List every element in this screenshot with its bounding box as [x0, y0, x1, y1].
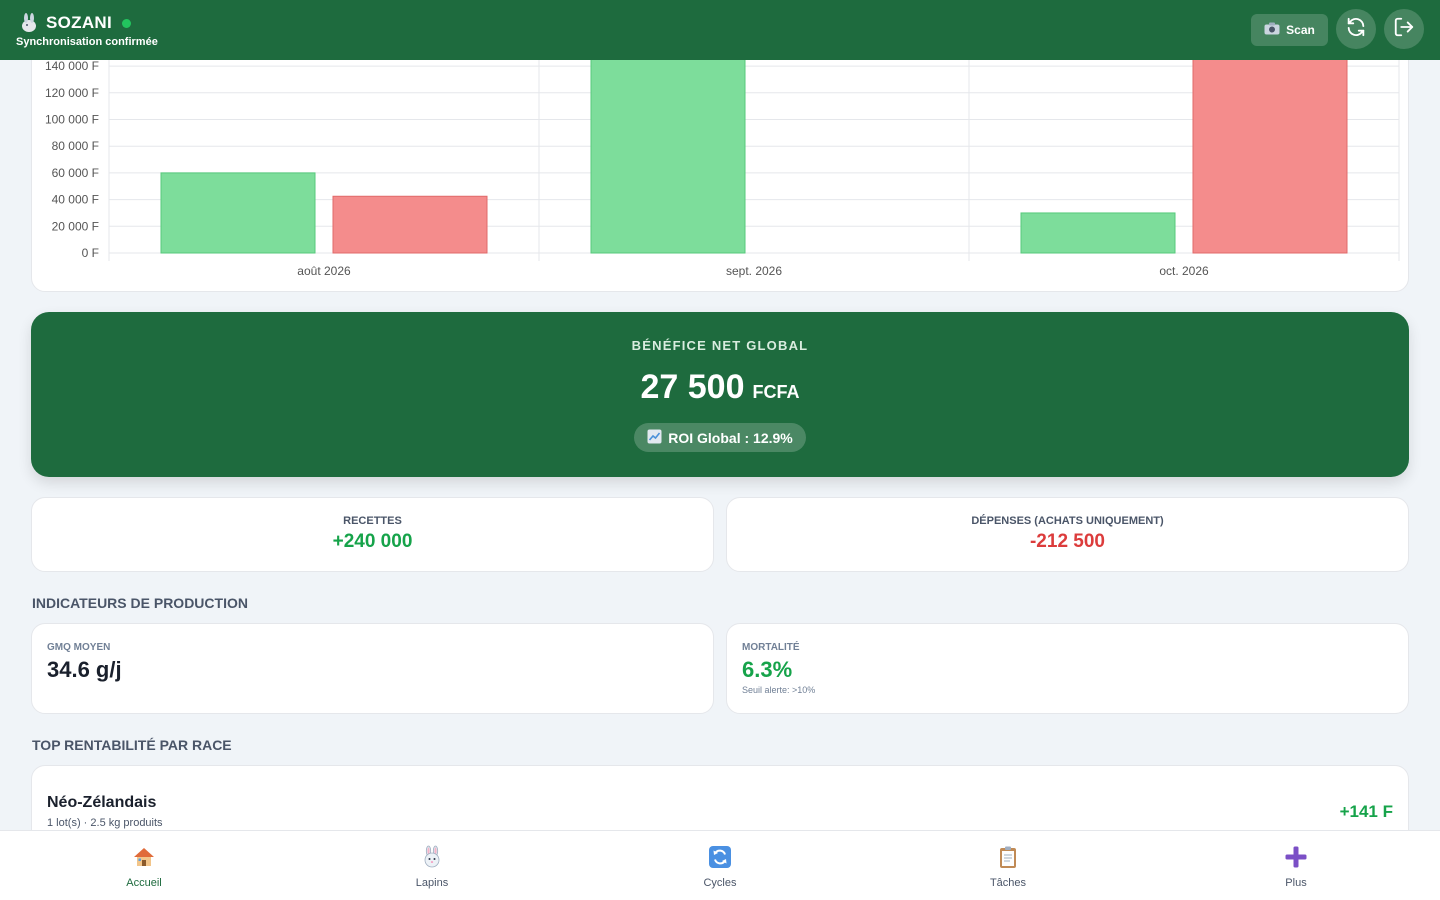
income-card: RECETTES +240 000 — [31, 497, 714, 572]
camera-icon — [1264, 22, 1280, 38]
y-tick-label: 120 000 F — [45, 86, 99, 100]
app-header: SOZANI Synchronisation confirmée Scan — [0, 0, 1440, 60]
chart-bar — [332, 195, 488, 254]
brand: SOZANI — [18, 12, 132, 34]
clipboard-icon — [996, 845, 1020, 869]
refresh-button[interactable] — [1336, 9, 1376, 49]
income-value: +240 000 — [332, 531, 413, 552]
y-tick-label: 60 000 F — [52, 166, 99, 180]
race-detail: 1 lot(s) · 2.5 kg produits — [47, 817, 163, 829]
sync-status-text: Synchronisation confirmée — [16, 36, 158, 48]
net-profit-title: BÉNÉFICE NET GLOBAL — [631, 338, 809, 353]
home-icon — [132, 845, 156, 869]
revenue-expense-chart-card: 0 F 20 000 F 40 000 F 60 000 F 80 000 F 100 0… — [31, 20, 1409, 292]
nav-item-cycles[interactable]: Cycles — [576, 831, 864, 900]
net-profit-unit: FCFA — [752, 382, 800, 402]
expense-card: DÉPENSES (ACHATS UNIQUEMENT) -212 500 — [726, 497, 1409, 572]
revenue-expense-chart: 0 F 20 000 F 40 000 F 60 000 F 80 000 F 100 0… — [45, 21, 1400, 278]
income-label: RECETTES — [343, 515, 402, 527]
gmq-label: GMQ MOYEN — [47, 642, 111, 653]
app-name: SOZANI — [46, 13, 113, 32]
y-tick-label: 80 000 F — [52, 139, 99, 153]
roi-badge: ROI Global : 12.9% — [634, 423, 806, 452]
plus-icon — [1284, 845, 1308, 869]
nav-item-taches[interactable]: Tâches — [864, 831, 1152, 900]
scan-button[interactable]: Scan — [1251, 14, 1328, 46]
mortality-card: MORTALITÉ 6.3% Seuil alerte: >10% — [726, 623, 1409, 714]
rabbit-icon — [420, 845, 444, 869]
chart-bar — [1192, 25, 1348, 254]
rabbit-logo-icon — [18, 12, 40, 34]
mortality-label: MORTALITÉ — [742, 642, 800, 653]
mortality-threshold-note: Seuil alerte: >10% — [742, 685, 816, 695]
scan-button-label: Scan — [1286, 23, 1315, 37]
x-tick-label: sept. 2026 — [726, 264, 782, 278]
expense-value: -212 500 — [1029, 531, 1105, 552]
gmq-card: GMQ MOYEN 34.6 g/j — [31, 623, 714, 714]
chart-trend-icon — [647, 429, 662, 447]
mortality-value: 6.3% — [742, 657, 793, 682]
nav-label-accueil: Accueil — [126, 877, 162, 889]
nav-item-plus[interactable]: Plus — [1152, 831, 1440, 900]
net-profit-value: 27 500 FCFA — [31, 368, 1409, 407]
nav-label-plus: Plus — [1285, 877, 1307, 889]
y-tick-label: 40 000 F — [52, 193, 99, 207]
logout-button[interactable] — [1384, 9, 1424, 49]
roi-text: ROI Global : 12.9% — [668, 429, 793, 446]
x-tick-label: août 2026 — [297, 264, 351, 278]
logout-icon — [1393, 16, 1415, 43]
y-tick-label: 0 F — [82, 246, 99, 260]
y-tick-label: 100 000 F — [45, 113, 99, 127]
race-section-title: TOP RENTABILITÉ PAR RACE — [32, 737, 232, 753]
chart-bar — [1020, 212, 1176, 254]
refresh-icon — [1345, 16, 1367, 43]
net-profit-banner: BÉNÉFICE NET GLOBAL 27 500 FCFA ROI Globa… — [31, 312, 1409, 477]
production-section-title: INDICATEURS DE PRODUCTION — [32, 595, 248, 611]
nav-label-taches: Tâches — [989, 877, 1027, 889]
race-profit-value: +141 F — [1339, 802, 1393, 821]
expense-label: DÉPENSES (ACHATS UNIQUEMENT) — [971, 515, 1164, 527]
nav-label-cycles: Cycles — [703, 877, 737, 889]
x-tick-label: oct. 2026 — [1159, 264, 1209, 278]
net-profit-amount: 27 500 — [640, 368, 745, 406]
nav-label-lapins: Lapins — [415, 877, 449, 889]
bottom-nav: Accueil Lapins Cycles Tâches Plus — [0, 830, 1440, 900]
cycle-icon — [708, 845, 732, 869]
nav-item-lapins[interactable]: Lapins — [288, 831, 576, 900]
sync-status-dot — [122, 18, 132, 28]
nav-item-accueil[interactable]: Accueil — [0, 831, 288, 900]
chart-bar — [160, 172, 316, 254]
y-tick-label: 20 000 F — [52, 219, 99, 233]
gmq-value: 34.6 g/j — [47, 657, 122, 682]
race-name: Néo-Zélandais — [47, 794, 157, 811]
y-tick-label: 140 000 F — [45, 59, 99, 73]
